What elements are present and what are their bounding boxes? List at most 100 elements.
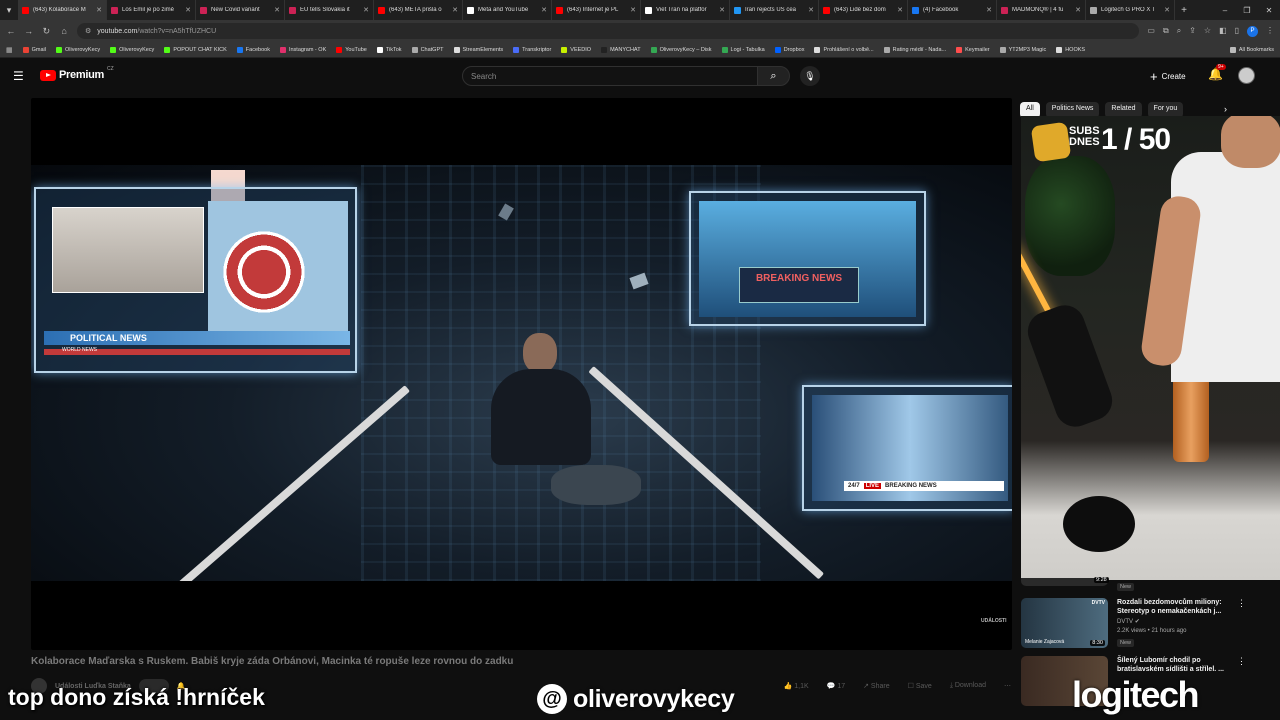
- browser-tab[interactable]: Viet Tran na platfor ✕: [641, 0, 730, 20]
- bookmark-item[interactable]: ChatGPT: [411, 46, 444, 53]
- bookmark-item[interactable]: OliverovyKecy: [110, 46, 154, 53]
- restore-button[interactable]: ❐: [1236, 6, 1258, 15]
- search-icon[interactable]: ⌕: [757, 66, 790, 86]
- youtube-premium-logo[interactable]: Premium CZ: [40, 66, 114, 81]
- recommendation-title[interactable]: Rozdali bezdomovcům miliony: Stereotyp o…: [1117, 598, 1235, 616]
- share-button[interactable]: ↗ Share: [863, 682, 890, 690]
- bookmark-item[interactable]: Transkriptor: [513, 46, 551, 53]
- tab-close-icon[interactable]: ✕: [897, 6, 903, 14]
- browser-tab[interactable]: New Covid variant ✕: [196, 0, 285, 20]
- bookmark-item[interactable]: POPOUT CHAT KICK: [164, 46, 227, 53]
- tab-close-icon[interactable]: ✕: [363, 6, 369, 14]
- bookmark-item[interactable]: TikTok: [376, 46, 402, 53]
- bookmark-item[interactable]: StreamElements: [453, 46, 503, 53]
- like-button[interactable]: 👍 1,1K: [784, 682, 809, 690]
- bookmark-item[interactable]: Gmail: [22, 46, 46, 53]
- zoom-icon[interactable]: ⌕: [1177, 26, 1181, 37]
- browser-tab[interactable]: Meta and YouTube ✕: [463, 0, 552, 20]
- cast-icon[interactable]: ⧉: [1163, 26, 1169, 37]
- browser-tab[interactable]: (643) Kolaborace M ✕: [18, 0, 107, 20]
- tab-close-icon[interactable]: ✕: [986, 6, 992, 14]
- site-info-icon[interactable]: ⚙: [85, 27, 91, 35]
- minimize-button[interactable]: –: [1214, 6, 1236, 15]
- tab-close-icon[interactable]: ✕: [808, 6, 814, 14]
- back-icon[interactable]: ←: [6, 26, 16, 36]
- apps-grid-icon[interactable]: ▦: [6, 46, 13, 54]
- browser-tab[interactable]: (643) Internet je PL ✕: [552, 0, 641, 20]
- sidebar-icon[interactable]: ▯: [1235, 26, 1239, 37]
- all-bookmarks-button[interactable]: All Bookmarks: [1229, 46, 1274, 53]
- reload-icon[interactable]: ↻: [42, 26, 52, 37]
- bookmark-star-icon[interactable]: ☆: [1204, 26, 1211, 37]
- browser-tab[interactable]: MADMONQ® | 4 fu ✕: [997, 0, 1086, 20]
- donation-overlay-text: top dono získá !hrníček: [8, 684, 265, 710]
- tab-close-icon[interactable]: ✕: [96, 6, 102, 14]
- browser-tab[interactable]: (643) Lidé bez dom ✕: [819, 0, 908, 20]
- tab-close-icon[interactable]: ✕: [452, 6, 458, 14]
- notifications-bell-icon[interactable]: 🔔 9+: [1208, 64, 1226, 81]
- microphone-icon[interactable]: 🎙: [800, 66, 820, 86]
- comments-button[interactable]: 💬 17: [827, 682, 845, 690]
- home-icon[interactable]: ⌂: [59, 26, 69, 36]
- tab-search-icon[interactable]: ▾: [0, 0, 18, 20]
- bookmark-favicon-icon: [279, 46, 286, 53]
- browser-menu-icon[interactable]: ⋮: [1266, 26, 1274, 37]
- create-button[interactable]: + Create: [1150, 68, 1186, 84]
- tab-close-icon[interactable]: ✕: [1075, 6, 1081, 14]
- address-bar[interactable]: ⚙ youtube.com/watch?v=nA5hTfUZHCU: [77, 23, 1140, 39]
- browser-tab[interactable]: (643) META prišla o ✕: [374, 0, 463, 20]
- download-label: Download: [954, 682, 986, 689]
- install-app-icon[interactable]: ▭: [1147, 26, 1155, 37]
- tab-favicon-icon: [823, 6, 830, 14]
- save-button[interactable]: ☐ Save: [908, 682, 932, 690]
- bookmark-item[interactable]: YouTube: [336, 46, 367, 53]
- chips-next-icon[interactable]: ›: [1224, 104, 1227, 114]
- tab-close-icon[interactable]: ✕: [630, 6, 636, 14]
- social-handle-overlay: @ oliverovykecy: [537, 684, 735, 714]
- tab-close-icon[interactable]: ✕: [185, 6, 191, 14]
- bookmark-item[interactable]: HOOKS: [1056, 46, 1085, 53]
- bookmark-item[interactable]: Rating médií - Nada...: [883, 46, 946, 53]
- bookmark-item[interactable]: Logi - Tabulka: [721, 46, 765, 53]
- bookmark-item[interactable]: OliverovyKecy – Disk: [650, 46, 712, 53]
- hamburger-menu-icon[interactable]: ☰: [13, 70, 25, 82]
- bookmark-item[interactable]: VEEDIO: [561, 46, 591, 53]
- browser-tab[interactable]: EU tells Slovakia it ✕: [285, 0, 374, 20]
- browser-tab[interactable]: Logitech G PRO X T ✕: [1086, 0, 1175, 20]
- account-avatar[interactable]: [1238, 67, 1255, 84]
- close-window-button[interactable]: ✕: [1258, 6, 1280, 15]
- bookmark-item[interactable]: Facebook: [236, 46, 270, 53]
- bookmark-item[interactable]: Dropbox: [774, 46, 804, 53]
- tab-close-icon[interactable]: ✕: [1164, 6, 1170, 14]
- logo-country-code: CZ: [106, 66, 114, 72]
- search-input[interactable]: Search: [462, 66, 758, 86]
- bookmark-item[interactable]: YT2MP3 Magic: [999, 46, 1046, 53]
- tab-close-icon[interactable]: ✕: [541, 6, 547, 14]
- more-actions-button[interactable]: ⋯: [1004, 682, 1011, 690]
- bookmark-item[interactable]: Instagram - OK: [279, 46, 326, 53]
- browser-tab[interactable]: Los Emil je po zimě ✕: [107, 0, 196, 20]
- recommendation-item[interactable]: DVTV Melanie Zajacová 8:30 Rozdali bezdo…: [1021, 598, 1251, 656]
- channel-watermark: UDÁLOSTI: [981, 618, 1007, 624]
- browser-tab[interactable]: Iran rejects US cea ✕: [730, 0, 819, 20]
- bookmark-item[interactable]: Prohlášení o volbě...: [814, 46, 874, 53]
- share-icon[interactable]: ⇪: [1189, 26, 1196, 37]
- download-button[interactable]: ⤓ Download: [950, 682, 986, 690]
- bookmark-item[interactable]: Keymailer: [956, 46, 990, 53]
- browser-tab[interactable]: (4) Facebook ✕: [908, 0, 997, 20]
- recommendation-more-icon[interactable]: ⋮: [1237, 656, 1246, 667]
- new-tab-button[interactable]: +: [1175, 5, 1193, 16]
- recommendation-more-icon[interactable]: ⋮: [1237, 598, 1246, 609]
- bookmark-item[interactable]: MANYCHAT: [601, 46, 641, 53]
- bookmark-label: OliverovyKecy: [65, 46, 101, 53]
- bookmark-item[interactable]: OliverovyKecy: [56, 46, 101, 53]
- recommendation-title[interactable]: Šílený Lubomír chodil po bratislavském s…: [1117, 656, 1235, 674]
- tab-close-icon[interactable]: ✕: [719, 6, 725, 14]
- recommendation-thumbnail[interactable]: DVTV Melanie Zajacová 8:30: [1021, 598, 1108, 648]
- extensions-icon[interactable]: ◧: [1219, 26, 1227, 37]
- forward-icon[interactable]: →: [24, 26, 34, 36]
- profile-avatar[interactable]: P: [1247, 25, 1259, 37]
- tab-close-icon[interactable]: ✕: [274, 6, 280, 14]
- bookmark-favicon-icon: [774, 46, 781, 53]
- video-player[interactable]: POLITICAL NEWS WORLD NEWS BREAKING NEWS …: [31, 98, 1012, 650]
